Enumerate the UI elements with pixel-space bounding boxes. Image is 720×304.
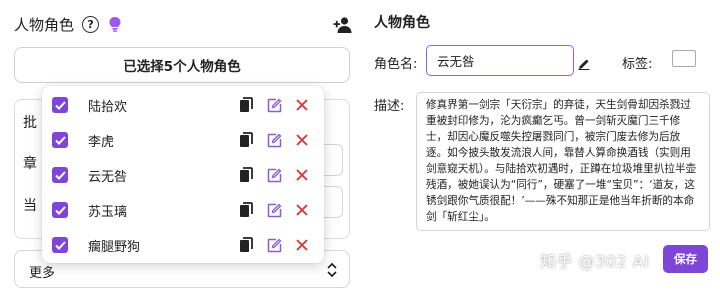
pencil-icon[interactable] bbox=[578, 55, 590, 70]
close-icon[interactable] bbox=[294, 167, 310, 183]
panel-title: 人物角色 bbox=[374, 15, 430, 31]
question-circle-icon[interactable]: ? bbox=[82, 16, 100, 33]
lightbulb-icon[interactable] bbox=[107, 16, 123, 34]
character-name: 陆拾欢 bbox=[88, 99, 128, 115]
character-name-input[interactable] bbox=[426, 45, 574, 76]
checkbox-checked[interactable] bbox=[52, 167, 68, 183]
character-name: 瘸腿野狗 bbox=[88, 239, 141, 255]
tag-color-swatch[interactable] bbox=[672, 50, 696, 67]
character-header: 人物角色 ? bbox=[14, 14, 123, 35]
close-icon[interactable] bbox=[294, 97, 310, 113]
character-name: 云无咎 bbox=[88, 169, 128, 185]
description-textarea[interactable]: 修真界第一剑宗「天衍宗」的弃徒，天生剑骨却因杀戮过重被封印修为，沦为疯癫乞丐。曾… bbox=[416, 92, 710, 231]
left-panel: 人物角色 ? 已选择5个人物角色 批 章 当 更多 陆拾欢 李虎 云无咎 苏玉璃… bbox=[0, 0, 360, 304]
current-label-partial: 当 bbox=[23, 198, 37, 214]
character-row[interactable]: 李虎 bbox=[42, 123, 324, 157]
description-label: 描述: bbox=[374, 99, 405, 114]
character-name: 苏玉璃 bbox=[88, 204, 128, 220]
copy-icon[interactable] bbox=[238, 202, 254, 218]
close-icon[interactable] bbox=[294, 132, 310, 148]
watermark: 知乎 @302 AI bbox=[540, 252, 650, 271]
character-row[interactable]: 云无咎 bbox=[42, 158, 324, 192]
close-icon[interactable] bbox=[294, 237, 310, 253]
copy-icon[interactable] bbox=[238, 97, 254, 113]
edit-icon[interactable] bbox=[266, 202, 282, 218]
copy-icon[interactable] bbox=[238, 167, 254, 183]
chapter-label-partial: 章 bbox=[23, 156, 37, 172]
save-button[interactable]: 保存 bbox=[663, 245, 708, 273]
edit-icon[interactable] bbox=[266, 237, 282, 253]
selected-characters-button[interactable]: 已选择5个人物角色 bbox=[14, 47, 350, 83]
name-label: 角色名: bbox=[374, 57, 418, 72]
character-row[interactable]: 瘸腿野狗 bbox=[42, 228, 324, 262]
card-heading-partial: 批 bbox=[23, 115, 37, 131]
edit-icon[interactable] bbox=[266, 167, 282, 183]
add-user-icon[interactable] bbox=[333, 16, 353, 34]
more-label: 更多 bbox=[29, 266, 56, 281]
chevron-updown-icon[interactable] bbox=[325, 261, 339, 279]
character-dropdown: 陆拾欢 李虎 云无咎 苏玉璃 瘸腿野狗 bbox=[42, 86, 324, 263]
checkbox-checked[interactable] bbox=[52, 237, 68, 253]
character-row[interactable]: 苏玉璃 bbox=[42, 193, 324, 227]
character-name: 李虎 bbox=[88, 134, 115, 150]
edit-icon[interactable] bbox=[266, 132, 282, 148]
close-icon[interactable] bbox=[294, 202, 310, 218]
copy-icon[interactable] bbox=[238, 132, 254, 148]
tag-label: 标签: bbox=[622, 57, 653, 72]
character-row[interactable]: 陆拾欢 bbox=[42, 88, 324, 122]
checkbox-checked[interactable] bbox=[52, 97, 68, 113]
edit-icon[interactable] bbox=[266, 97, 282, 113]
copy-icon[interactable] bbox=[238, 237, 254, 253]
panel-title: 人物角色 bbox=[14, 16, 75, 34]
checkbox-checked[interactable] bbox=[52, 132, 68, 148]
checkbox-checked[interactable] bbox=[52, 202, 68, 218]
